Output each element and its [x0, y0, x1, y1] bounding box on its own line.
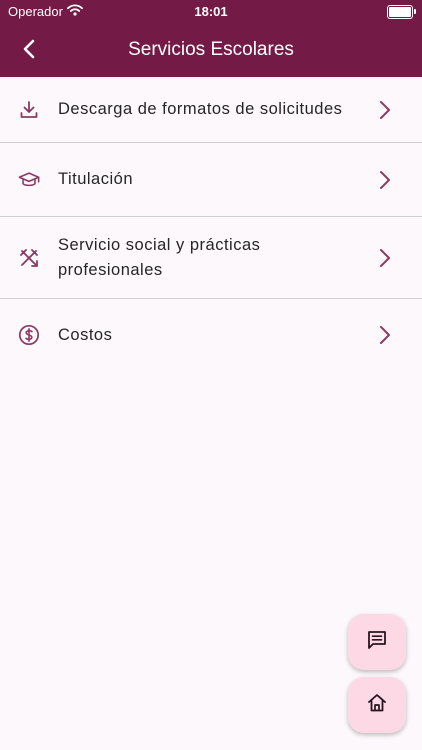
services-menu: Descarga de formatos de solicitudes Titu… — [0, 77, 422, 371]
chat-button[interactable] — [348, 614, 406, 670]
home-icon — [366, 692, 388, 719]
menu-item-servicio-social[interactable]: Servicio social y prácticas profesionale… — [0, 217, 422, 299]
menu-item-label: Costos — [58, 325, 113, 344]
status-bar: Operador 18:01 — [0, 0, 422, 24]
chevron-right-icon — [378, 170, 392, 190]
menu-item-label: Descarga de formatos de solicitudes — [58, 100, 343, 118]
menu-item-titulacion[interactable]: Titulación — [0, 143, 422, 217]
menu-item-costos[interactable]: Costos — [0, 299, 422, 371]
menu-item-label: Servicio social y prácticas profesionale… — [58, 235, 261, 279]
battery-icon — [387, 5, 416, 19]
home-button[interactable] — [348, 677, 406, 733]
page-title: Servicios Escolares — [128, 39, 294, 60]
download-icon — [18, 99, 40, 121]
graduation-cap-icon — [18, 169, 40, 191]
chevron-right-icon — [378, 248, 392, 268]
chevron-right-icon — [378, 100, 392, 120]
app-header: Operador 18:01 Servicios Escolares — [0, 0, 422, 77]
navigation-bar: Servicios Escolares — [0, 30, 422, 70]
tools-icon — [18, 247, 40, 269]
chevron-right-icon — [378, 325, 392, 345]
chat-icon — [366, 629, 388, 656]
dollar-circle-icon — [18, 324, 40, 346]
menu-item-descarga-formatos[interactable]: Descarga de formatos de solicitudes — [0, 77, 422, 143]
status-time: 18:01 — [194, 4, 228, 19]
menu-item-label: Titulación — [58, 170, 134, 188]
